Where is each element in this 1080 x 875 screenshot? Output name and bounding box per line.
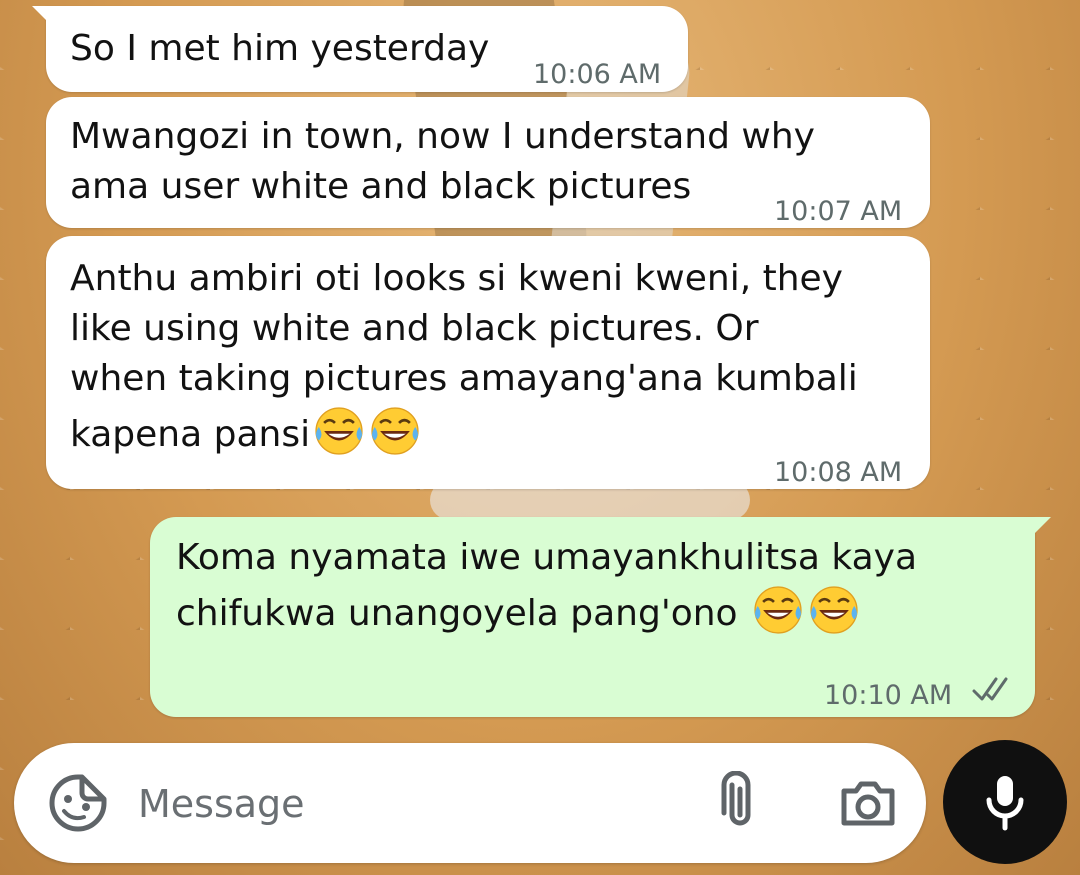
bubble-tail xyxy=(32,6,54,28)
message-bubble-incoming[interactable]: Anthu ambiri oti looks si kweni kweni, t… xyxy=(46,236,930,489)
microphone-icon xyxy=(986,776,1024,831)
face-with-tears-of-joy-icon xyxy=(810,586,858,634)
message-text-content: Koma nyamata iwe umayankhulitsa kaya chi… xyxy=(176,537,918,634)
camera-icon[interactable] xyxy=(836,771,900,835)
sticker-icon[interactable] xyxy=(46,771,110,835)
bubble-tail xyxy=(1029,517,1051,539)
message-text: Anthu ambiri oti looks si kweni kweni, t… xyxy=(70,254,858,460)
paperclip-icon[interactable] xyxy=(708,771,772,835)
message-bubble-incoming[interactable]: So I met him yesterday 10:06 AM xyxy=(32,6,688,92)
face-with-tears-of-joy-icon xyxy=(315,407,363,455)
message-bubble-incoming[interactable]: Mwangozi in town, now I understand why a… xyxy=(46,97,930,228)
message-text: So I met him yesterday xyxy=(70,28,490,69)
voice-message-button[interactable] xyxy=(943,740,1067,864)
message-text: Koma nyamata iwe umayankhulitsa kaya chi… xyxy=(176,533,917,639)
face-with-tears-of-joy-icon xyxy=(371,407,419,455)
double-check-read-icon xyxy=(972,677,1008,701)
message-text: Mwangozi in town, now I understand why a… xyxy=(70,116,815,207)
message-timestamp: 10:06 AM xyxy=(533,59,662,90)
message-bubble-outgoing[interactable]: Koma nyamata iwe umayankhulitsa kaya chi… xyxy=(150,517,1051,717)
message-composer xyxy=(14,743,926,863)
message-timestamp: 10:08 AM xyxy=(774,457,903,488)
chat-background: So I met him yesterday 10:06 AM Mwangozi… xyxy=(0,0,1080,875)
message-input[interactable] xyxy=(136,773,700,835)
face-with-tears-of-joy-icon xyxy=(754,586,802,634)
message-text-content: Anthu ambiri oti looks si kweni kweni, t… xyxy=(70,258,858,455)
message-timestamp: 10:07 AM xyxy=(774,196,903,227)
message-timestamp: 10:10 AM xyxy=(824,680,953,711)
